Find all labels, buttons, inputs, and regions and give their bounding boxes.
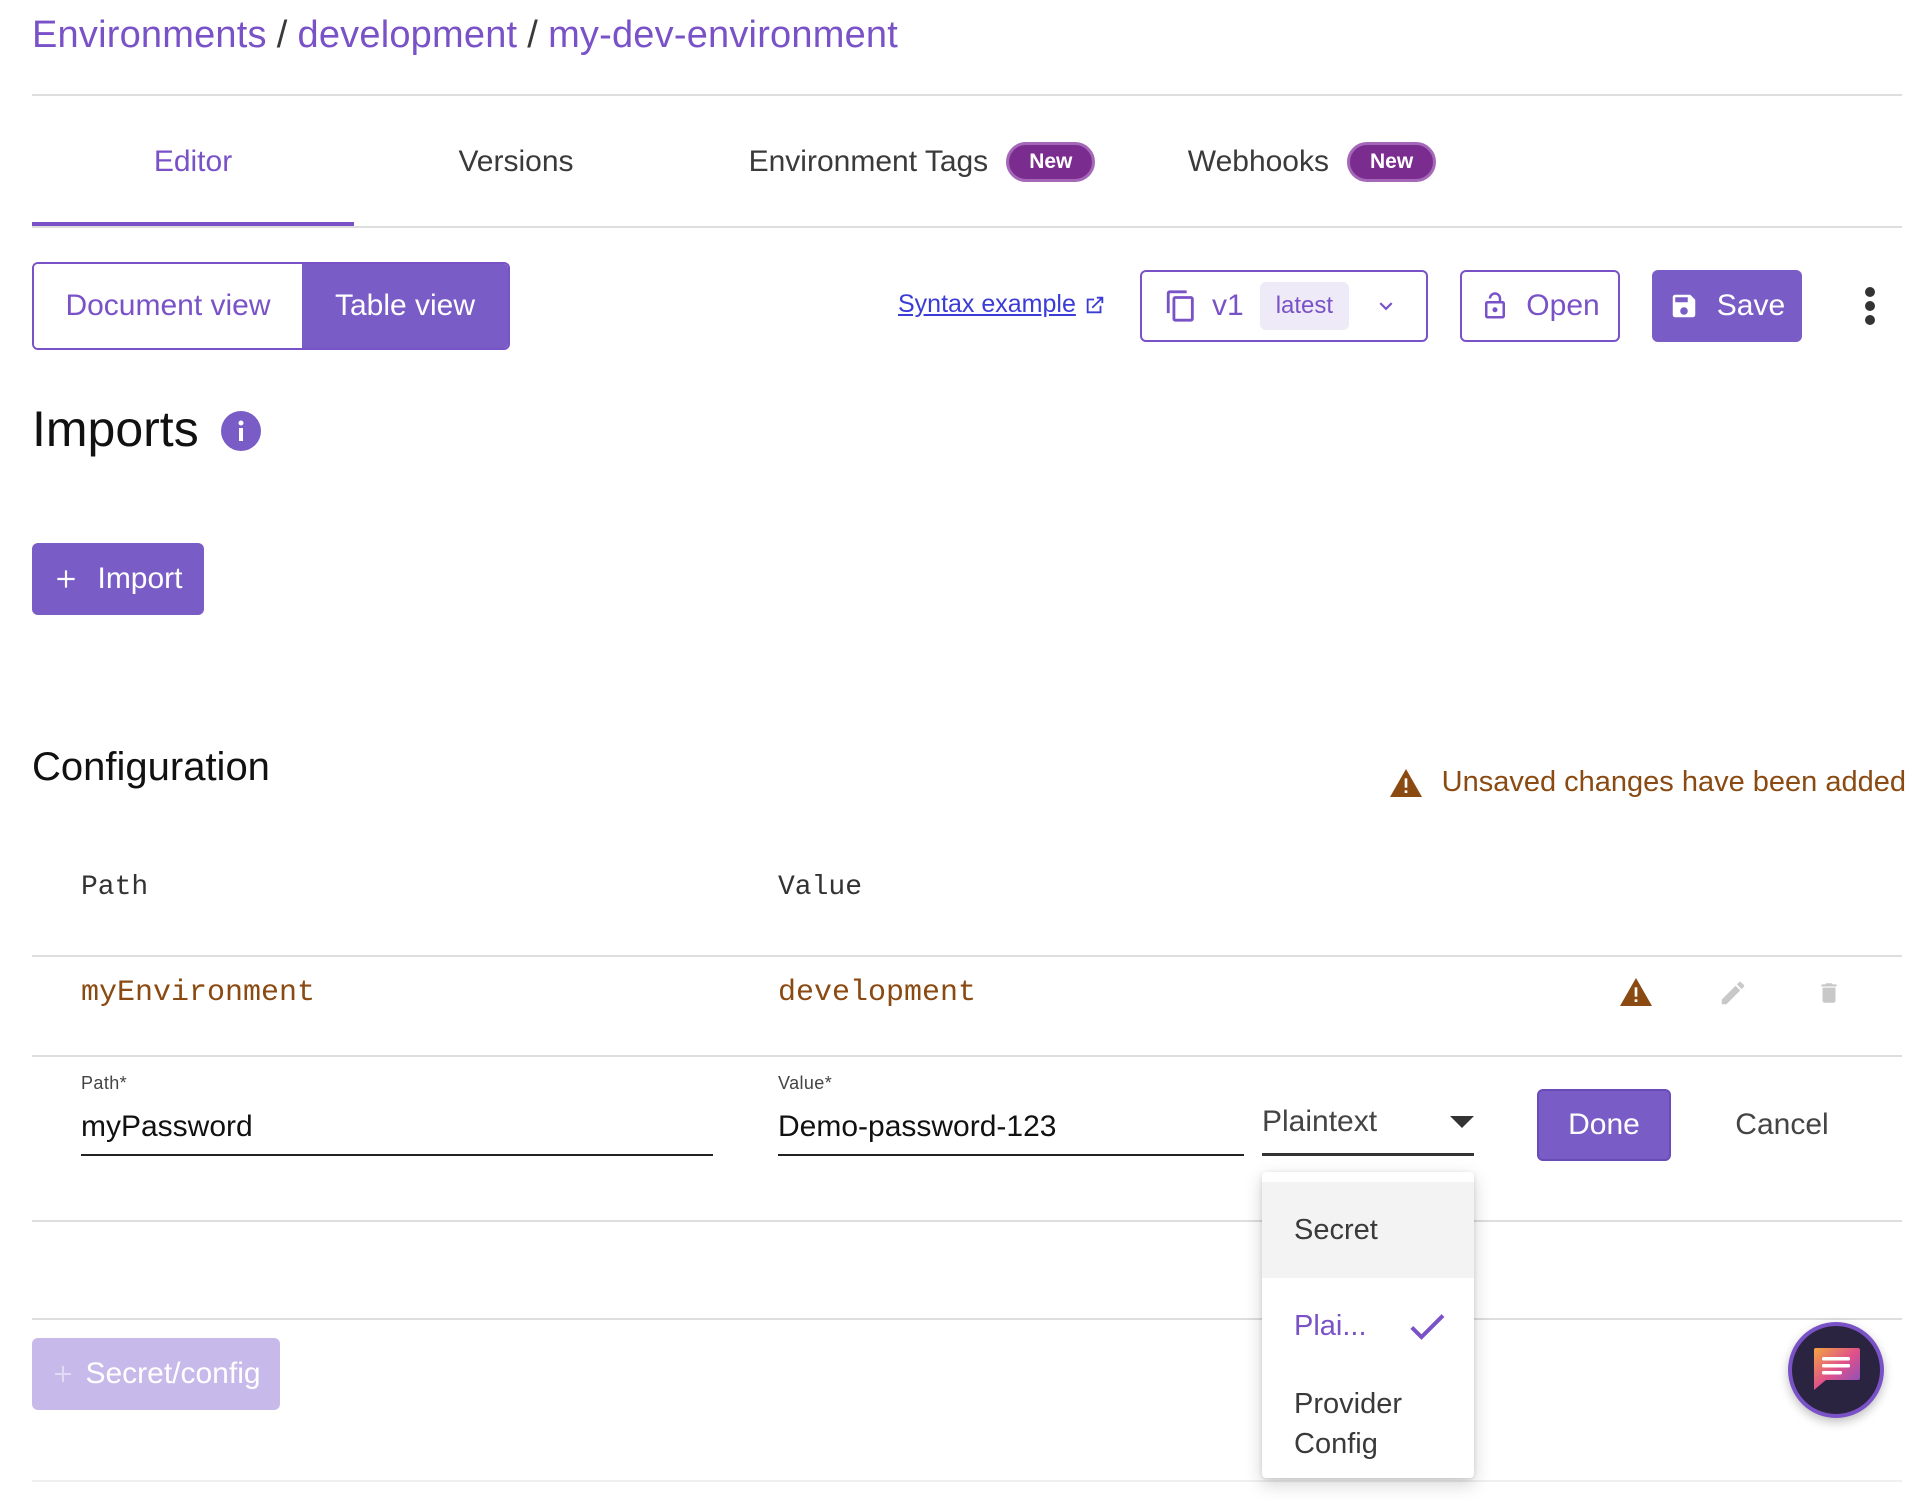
unsaved-changes-notice: Unsaved changes have been added [1389, 766, 1906, 799]
version-selector[interactable]: v1 latest [1140, 270, 1428, 342]
path-column-header: Path [81, 872, 149, 903]
unsaved-changes-text: Unsaved changes have been added [1441, 766, 1906, 798]
row-path: myEnvironment [81, 976, 316, 1010]
value-type-selected: Plaintext [1262, 1104, 1378, 1138]
version-number: v1 [1212, 289, 1244, 322]
save-label: Save [1716, 289, 1786, 322]
secret-config-label: Secret/config [85, 1357, 261, 1390]
save-button[interactable]: Save [1652, 270, 1802, 342]
page-bottom-divider [32, 1480, 1902, 1482]
delete-trash-icon[interactable] [1816, 978, 1842, 1008]
row-value: development [778, 976, 977, 1010]
breadcrumb-development[interactable]: development [298, 14, 518, 56]
tab-webhooks-label: Webhooks [1187, 145, 1329, 178]
view-toggle: Document view Table view [32, 262, 510, 350]
plus-icon [57, 570, 76, 588]
check-icon [1410, 1314, 1445, 1340]
caret-down-icon [1450, 1115, 1474, 1128]
open-button[interactable]: Open [1460, 270, 1620, 342]
syntax-example-link[interactable]: Syntax example [898, 290, 1106, 319]
open-label: Open [1526, 289, 1600, 322]
breadcrumb: Environments / development / my-dev-environm… [32, 14, 898, 57]
tab-editor-label: Editor [153, 145, 233, 178]
tabs-divider [32, 226, 1902, 228]
edit-pencil-icon[interactable] [1718, 978, 1748, 1008]
cancel-button[interactable]: Cancel [1700, 1089, 1864, 1161]
dropdown-option-label: Secret [1294, 1214, 1378, 1246]
tab-webhooks[interactable]: Webhooks New [1162, 96, 1462, 228]
copy-icon [1166, 290, 1194, 322]
breadcrumb-current-environment[interactable]: my-dev-environment [548, 14, 898, 56]
save-icon [1672, 294, 1696, 318]
dropdown-option-label: Provider Config [1294, 1388, 1402, 1460]
value-field-label: Value* [778, 1073, 833, 1093]
chat-icon [1814, 1348, 1860, 1390]
tab-versions[interactable]: Versions [354, 96, 678, 228]
value-column-header: Value [778, 872, 863, 903]
warning-icon [1389, 768, 1422, 797]
chevron-down-icon [1379, 302, 1393, 311]
table-header-divider [32, 955, 1902, 957]
table-view-button[interactable]: Table view [302, 264, 508, 348]
add-import-button[interactable]: Import [32, 543, 204, 615]
edit-row-divider [32, 1220, 1902, 1222]
path-input[interactable] [81, 1100, 713, 1156]
tab-environment-tags[interactable]: Environment Tags New [722, 96, 1122, 228]
dropdown-option-plaintext[interactable]: Plai... [1262, 1278, 1474, 1374]
dropdown-option-secret[interactable]: Secret [1262, 1182, 1474, 1278]
plus-icon [55, 1366, 72, 1382]
more-vertical-icon [1865, 287, 1875, 325]
row-divider [32, 1055, 1902, 1057]
value-input[interactable] [778, 1100, 1244, 1156]
import-label: Import [97, 562, 183, 595]
table-footer-divider [32, 1318, 1902, 1320]
done-button[interactable]: Done [1537, 1089, 1671, 1161]
add-secret-config-button[interactable]: Secret/config [32, 1338, 280, 1410]
imports-heading: Imports [32, 401, 199, 457]
warning-icon [1620, 978, 1652, 1006]
environment-editor-page: Environments / development / my-dev-environm… [0, 0, 1924, 1500]
tab-environment-tags-label: Environment Tags [748, 145, 989, 178]
more-options-button[interactable] [1852, 282, 1888, 330]
value-type-dropdown: Secret Plai... Provider Config [1262, 1172, 1474, 1478]
external-link-icon [1086, 296, 1104, 313]
document-view-button[interactable]: Document view [34, 264, 302, 348]
info-icon[interactable] [220, 410, 262, 452]
new-badge: New [1006, 142, 1096, 182]
dropdown-option-label: Plai... [1294, 1310, 1367, 1342]
tab-bar: Editor Versions Environment Tags New Web… [32, 96, 1902, 228]
new-badge: New [1347, 142, 1437, 182]
lock-open-icon [1485, 292, 1506, 319]
chat-support-button[interactable] [1788, 1322, 1884, 1418]
breadcrumb-environments[interactable]: Environments [32, 14, 267, 56]
tab-editor[interactable]: Editor [32, 96, 354, 228]
latest-badge: latest [1259, 282, 1350, 330]
tab-versions-label: Versions [458, 145, 574, 178]
path-field-label: Path* [81, 1073, 128, 1093]
dropdown-option-provider-config[interactable]: Provider Config [1262, 1374, 1474, 1474]
breadcrumb-separator: / [527, 14, 539, 56]
breadcrumb-separator: / [276, 14, 288, 56]
value-type-select[interactable]: Plaintext [1262, 1090, 1474, 1156]
syntax-example-label: Syntax example [898, 290, 1076, 318]
configuration-heading: Configuration [32, 745, 270, 789]
